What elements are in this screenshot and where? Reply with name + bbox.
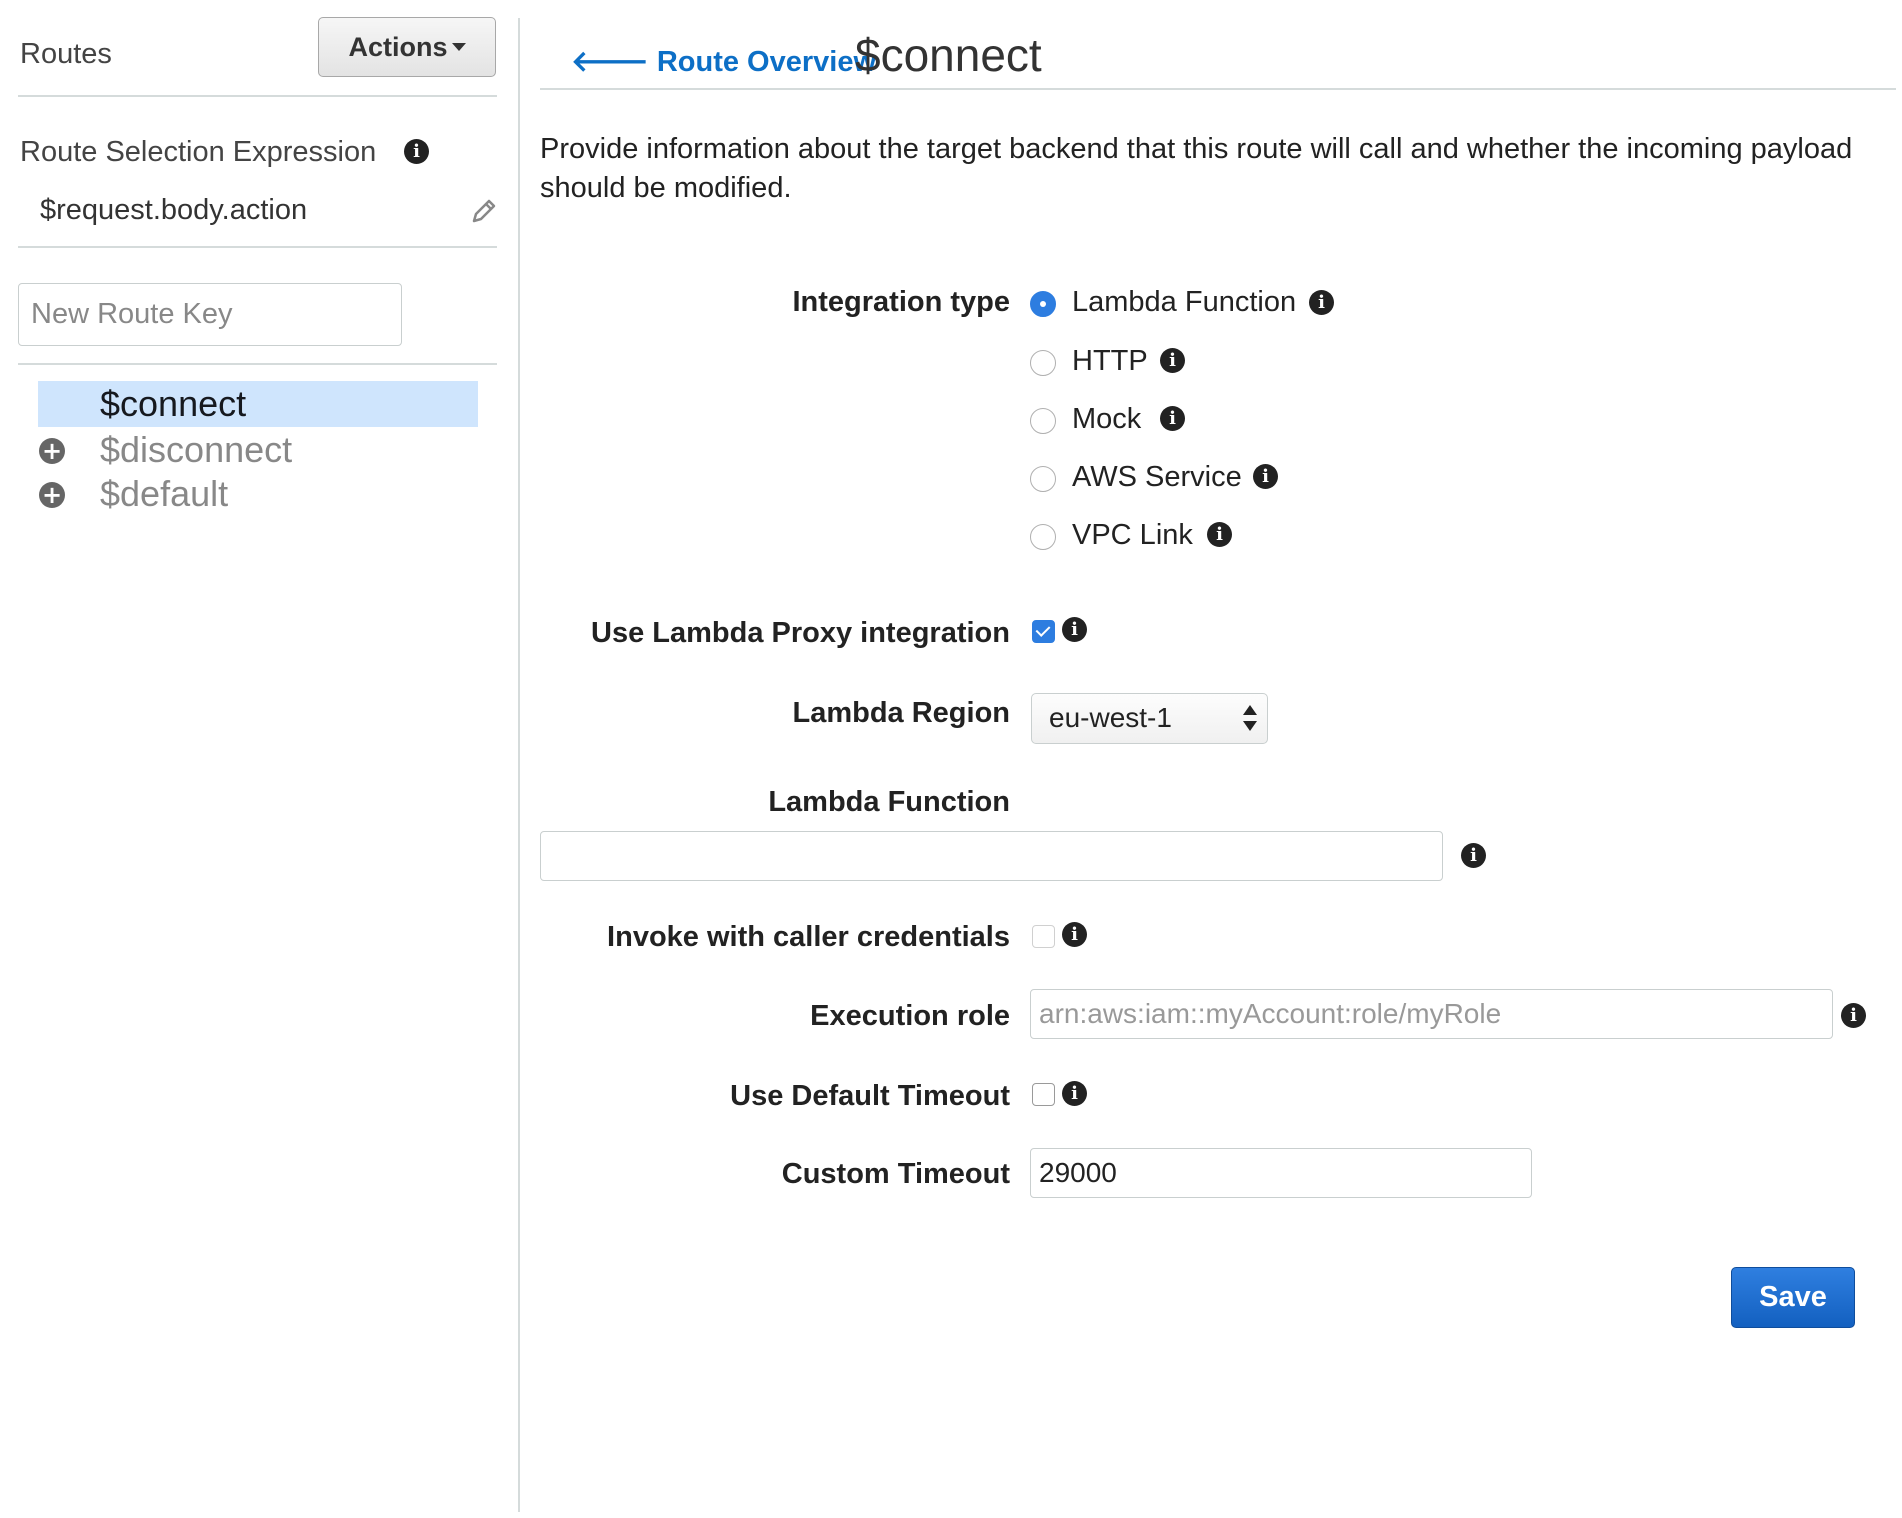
info-icon[interactable]: i [1062,922,1087,947]
arrow-left-icon: 🡐 [571,46,649,78]
lambda-function-input[interactable] [540,831,1443,881]
info-icon[interactable]: i [1309,290,1334,315]
route-item-connect[interactable]: $connect [100,383,246,425]
info-icon[interactable]: i [1160,348,1185,373]
custom-timeout-label: Custom Timeout [781,1158,1010,1190]
panel-divider [518,18,520,1512]
caller-credentials-label: Invoke with caller credentials [607,921,1010,953]
header-divider [540,88,1896,90]
radio-http[interactable] [1030,350,1056,376]
integration-type-label: Integration type [792,286,1010,318]
info-icon[interactable]: i [404,139,429,164]
description-text: Provide information about the target bac… [540,133,1853,204]
caller-credentials-checkbox[interactable] [1032,925,1055,948]
info-icon[interactable]: i [1160,406,1185,431]
info-icon[interactable]: i [1062,617,1087,642]
radio-aws-service[interactable] [1030,466,1056,492]
routes-title: Routes [20,38,112,70]
execution-role-input[interactable] [1030,989,1833,1039]
actions-label: Actions [348,31,448,62]
radio-vpc-link[interactable] [1030,524,1056,550]
lambda-region-label: Lambda Region [792,697,1010,729]
pencil-icon[interactable] [470,197,498,225]
new-route-key-input[interactable] [18,283,402,346]
default-timeout-label: Use Default Timeout [730,1080,1010,1112]
route-overview-link[interactable]: 🡐 Route Overview [571,43,876,79]
execution-role-label: Execution role [810,1000,1010,1032]
route-item-disconnect[interactable]: $disconnect [100,429,292,471]
actions-button[interactable]: Actions [318,17,496,77]
default-timeout-checkbox[interactable] [1032,1083,1055,1106]
lambda-proxy-checkbox[interactable] [1032,620,1055,643]
radio-label-vpc-link: VPC Link [1072,519,1193,551]
chevron-down-icon [451,43,466,51]
plus-circle-icon[interactable]: + [39,482,65,508]
radio-label-mock: Mock [1072,403,1142,435]
plus-circle-icon[interactable]: + [39,438,65,464]
radio-label-aws-service: AWS Service [1072,461,1242,493]
rse-label: Route Selection Expression [20,136,377,168]
rse-value: $request.body.action [40,194,308,226]
lambda-region-select[interactable]: eu-west-1 [1031,693,1268,744]
radio-label-http: HTTP [1072,345,1148,377]
route-overview-label: Route Overview [656,46,877,78]
sidebar-divider [18,363,497,365]
info-icon[interactable]: i [1253,464,1278,489]
info-icon[interactable]: i [1461,843,1486,868]
sidebar-divider [18,95,497,97]
custom-timeout-input[interactable] [1030,1148,1532,1198]
radio-mock[interactable] [1030,408,1056,434]
lambda-proxy-label: Use Lambda Proxy integration [591,617,1010,649]
save-button[interactable]: Save [1731,1267,1855,1328]
route-item-default[interactable]: $default [100,473,228,515]
select-arrows-icon [1243,705,1257,731]
radio-label-lambda-function: Lambda Function [1072,286,1297,318]
radio-lambda-function[interactable] [1030,291,1056,317]
lambda-region-value: eu-west-1 [1049,702,1172,733]
page-title: $connect [855,29,1042,81]
sidebar-divider [18,246,497,248]
info-icon[interactable]: i [1062,1081,1087,1106]
info-icon[interactable]: i [1841,1003,1866,1028]
lambda-function-label: Lambda Function [768,786,1010,818]
info-icon[interactable]: i [1207,522,1232,547]
